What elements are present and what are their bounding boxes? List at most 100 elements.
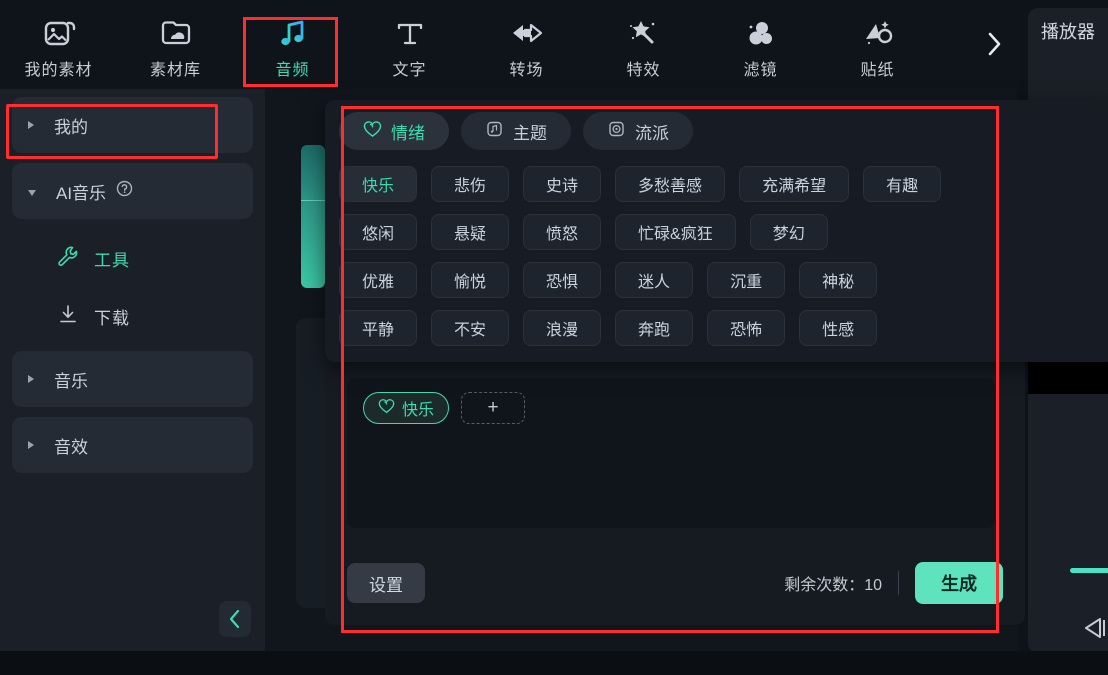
mood-tag-row: 悠闲 悬疑 愤怒 忙碌&疯狂 梦幻 (339, 214, 1101, 250)
remaining-count-label: 剩余次数：10 (784, 577, 882, 594)
mood-tag[interactable]: 梦幻 (749, 214, 828, 250)
mood-tag[interactable]: 有趣 (863, 166, 942, 202)
mood-tag[interactable]: 平静 (339, 310, 418, 346)
tab-label: 主题 (513, 123, 547, 143)
mood-tag[interactable]: 神秘 (799, 262, 878, 298)
sidebar-item-label: 工具 (94, 250, 130, 270)
toolbar-item-transition[interactable]: 转场 (468, 4, 585, 84)
mood-tag[interactable]: 愉悦 (431, 262, 510, 298)
top-toolbar: 我的素材 素材库 音频 文字 转场 特效 滤镜 贴纸 (0, 0, 1018, 89)
theme-box-icon (485, 119, 504, 143)
mood-tag-grid: 快乐 悲伤 史诗 多愁善感 充满希望 有趣 悠闲 悬疑 愤怒 忙碌&疯狂 梦幻 … (325, 150, 1108, 346)
toolbar-item-sticker[interactable]: 贴纸 (819, 4, 936, 84)
sidebar-group-music[interactable]: 音乐 (12, 351, 253, 407)
heart-icon (363, 120, 382, 143)
sidebar-collapse-button[interactable] (219, 601, 251, 637)
help-circle-icon[interactable] (116, 180, 133, 202)
toolbar-item-label: 转场 (509, 62, 544, 79)
mood-tag[interactable]: 恐怖 (707, 310, 786, 346)
mood-tag[interactable]: 性感 (799, 310, 878, 346)
mood-tag-row: 优雅 愉悦 恐惧 迷人 沉重 神秘 (339, 262, 1101, 298)
toolbar-item-label: 音频 (275, 62, 310, 79)
player-progress-bar[interactable] (1070, 568, 1108, 573)
app-window: 播放器 我的素材 素材库 音频 文字 转场 特效 滤镜 贴纸 我的 AI音乐 工… (0, 0, 1108, 675)
toolbar-next-chevron-icon[interactable] (976, 26, 1012, 62)
sidebar-item-label: 下载 (94, 308, 130, 328)
add-tag-button[interactable]: + (461, 392, 526, 424)
toolbar-item-filter[interactable]: 滤镜 (702, 4, 819, 84)
mood-tag[interactable]: 沉重 (707, 262, 786, 298)
selected-tag-chip[interactable]: 快乐 (363, 392, 450, 424)
selected-tags-box[interactable]: 快乐 + (347, 378, 995, 528)
image-icon (42, 14, 76, 52)
toolbar-item-label: 素材库 (149, 62, 201, 79)
transition-arrows-icon (509, 14, 545, 52)
mood-tag[interactable]: 迷人 (615, 262, 694, 298)
wrench-icon (56, 244, 80, 273)
mood-tag[interactable]: 悲伤 (431, 166, 510, 202)
selected-tag-label: 快乐 (402, 402, 435, 419)
sidebar-item-tools[interactable]: 工具 (12, 229, 253, 287)
download-icon (56, 302, 80, 331)
tab-theme[interactable]: 主题 (461, 112, 571, 150)
toolbar-item-audio[interactable]: 音频 (234, 4, 351, 84)
left-sidebar: 我的 AI音乐 工具 下载 音乐 音效 (0, 89, 265, 651)
mood-tag[interactable]: 忙碌&疯狂 (615, 214, 736, 250)
sidebar-group-mine[interactable]: 我的 (12, 97, 253, 153)
tab-genre[interactable]: 流派 (583, 112, 693, 150)
toolbar-item-text[interactable]: 文字 (351, 4, 468, 84)
prev-frame-icon[interactable] (1080, 613, 1108, 643)
magic-wand-icon (626, 14, 662, 52)
genre-disc-icon (607, 119, 626, 143)
dropdown-tabs: 情绪 主题 流派 (325, 110, 1108, 150)
sidebar-group-ai-music[interactable]: AI音乐 (12, 163, 253, 219)
tab-mood[interactable]: 情绪 (339, 112, 449, 150)
chevron-right-icon (28, 375, 34, 383)
settings-button[interactable]: 设置 (347, 563, 425, 603)
generate-button[interactable]: 生成 (915, 562, 1003, 604)
chevron-down-icon (28, 189, 36, 196)
cloud-folder-icon (159, 14, 193, 52)
mood-tag[interactable]: 悠闲 (339, 214, 418, 250)
chevron-right-icon (28, 441, 34, 449)
toolbar-item-my-media[interactable]: 我的素材 (0, 4, 117, 84)
sidebar-group-label: 我的 (54, 117, 88, 137)
mood-tag[interactable]: 不安 (431, 310, 510, 346)
mood-tag[interactable]: 多愁善感 (615, 166, 726, 202)
heart-icon (378, 398, 395, 419)
toolbar-item-label: 特效 (626, 62, 661, 79)
sidebar-item-download[interactable]: 下载 (12, 287, 253, 345)
footer-right-group: 剩余次数：10 生成 (784, 562, 1003, 604)
mood-tag[interactable]: 奔跑 (615, 310, 694, 346)
filter-circles-icon (744, 14, 778, 52)
mood-tag[interactable]: 优雅 (339, 262, 418, 298)
toolbar-item-effects[interactable]: 特效 (585, 4, 702, 84)
mood-tag[interactable]: 悬疑 (431, 214, 510, 250)
background-teal-card (301, 145, 325, 288)
mood-tag-row: 平静 不安 浪漫 奔跑 恐怖 性感 (339, 310, 1101, 346)
timeline-strip (0, 651, 1108, 675)
tab-label: 情绪 (391, 123, 425, 143)
mood-tag[interactable]: 恐惧 (523, 262, 602, 298)
toolbar-item-media-library[interactable]: 素材库 (117, 4, 234, 84)
toolbar-item-label: 我的素材 (24, 62, 93, 79)
toolbar-item-label: 文字 (392, 62, 427, 79)
mood-tag-row: 快乐 悲伤 史诗 多愁善感 充满希望 有趣 (339, 166, 1101, 202)
mood-tag[interactable]: 浪漫 (523, 310, 602, 346)
panel-footer: 设置 剩余次数：10 生成 (325, 551, 1025, 615)
mood-tag-dropdown: 情绪 主题 流派 快乐 悲伤 史诗 多愁善感 充满希望 有趣 悠闲 悬疑 愤怒 … (325, 100, 1108, 362)
chevron-right-icon (28, 121, 34, 129)
sticker-icon (860, 14, 896, 52)
mood-tag[interactable]: 史诗 (523, 166, 602, 202)
mood-tag[interactable]: 愤怒 (523, 214, 602, 250)
tab-label: 流派 (635, 123, 669, 143)
toolbar-item-label: 滤镜 (743, 62, 778, 79)
mood-tag[interactable]: 快乐 (339, 166, 418, 202)
sidebar-group-sound-effects[interactable]: 音效 (12, 417, 253, 473)
background-teal-card-divider (301, 200, 325, 201)
toolbar-item-label: 贴纸 (860, 62, 895, 79)
footer-divider (898, 571, 899, 595)
mood-tag[interactable]: 充满希望 (739, 166, 850, 202)
sidebar-group-label: AI音乐 (56, 183, 107, 203)
sidebar-group-label: 音乐 (54, 371, 88, 391)
